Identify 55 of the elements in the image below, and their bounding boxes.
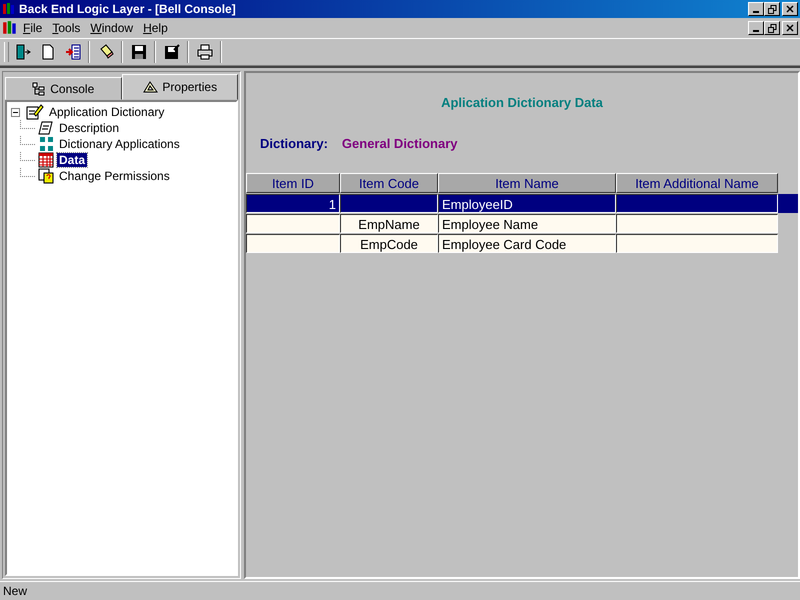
close-button[interactable]	[782, 21, 798, 35]
tree-item[interactable]: Application Dictionary	[47, 105, 166, 119]
table-row[interactable]: 1 EmployeeID	[246, 194, 798, 213]
tree-item[interactable]: Change Permissions	[57, 169, 172, 183]
close-icon	[786, 5, 794, 13]
dictionary-value: General Dictionary	[342, 136, 458, 151]
eraser-icon	[98, 44, 114, 60]
triangle-ruler-icon	[142, 80, 158, 94]
table-cell: Employee Card Code	[438, 234, 616, 253]
restore-icon	[768, 4, 776, 14]
close-button[interactable]	[782, 2, 798, 16]
table-cell: EmpName	[340, 214, 438, 233]
door-icon	[14, 44, 30, 60]
page-icon	[40, 44, 56, 60]
printer-icon	[196, 44, 212, 60]
table-row[interactable]: EmpName Employee Name	[246, 214, 798, 233]
restore-button[interactable]	[764, 21, 780, 35]
menu-item[interactable]: Tools	[47, 21, 86, 35]
squares-icon	[38, 136, 54, 152]
table-cell: Employee Name	[438, 214, 616, 233]
column-header[interactable]: Item Additional Name	[616, 173, 778, 193]
minimize-button[interactable]	[748, 2, 764, 16]
restore-icon	[768, 24, 776, 32]
menu-item[interactable]: Window	[85, 21, 138, 35]
window-title: Back End Logic Layer - [Bell Console]	[19, 2, 237, 16]
tab[interactable]: Properties	[122, 74, 238, 100]
table-cell: 1	[246, 194, 340, 213]
floppy-icon	[130, 44, 146, 60]
table-cell: EmpCode	[340, 234, 438, 253]
menu-item[interactable]: Help	[138, 21, 173, 35]
column-header[interactable]: Item Code	[340, 173, 438, 193]
tree-item[interactable]: Dictionary Applications	[57, 137, 182, 151]
column-header[interactable]: Item ID	[246, 173, 340, 193]
scroll-icon	[38, 120, 54, 136]
question-page-icon	[38, 168, 54, 184]
tree-item[interactable]: Description	[57, 121, 122, 135]
collapse-toggle[interactable]	[11, 108, 23, 116]
minimize-button[interactable]	[748, 21, 764, 35]
tab[interactable]: Console	[5, 77, 122, 100]
tree-icon	[32, 82, 46, 96]
dictionary-label: Dictionary:	[260, 136, 328, 151]
grid-icon	[38, 152, 54, 168]
tree-item[interactable]: Data	[57, 153, 88, 167]
document-icon	[2, 20, 18, 36]
column-header[interactable]: Item Name	[438, 173, 616, 193]
notepad-pencil-icon	[26, 104, 44, 120]
table-row[interactable]: EmpCode Employee Card Code	[246, 234, 798, 253]
status-text: New	[3, 584, 28, 598]
restore-button[interactable]	[764, 2, 780, 16]
list-arrow-icon	[64, 44, 80, 60]
close-icon	[786, 24, 794, 32]
panel-title: Aplication Dictionary Data	[440, 95, 604, 110]
app-icon	[2, 2, 16, 16]
menu-item[interactable]: File	[18, 21, 48, 35]
table-cell: EmployeeID	[438, 194, 616, 213]
